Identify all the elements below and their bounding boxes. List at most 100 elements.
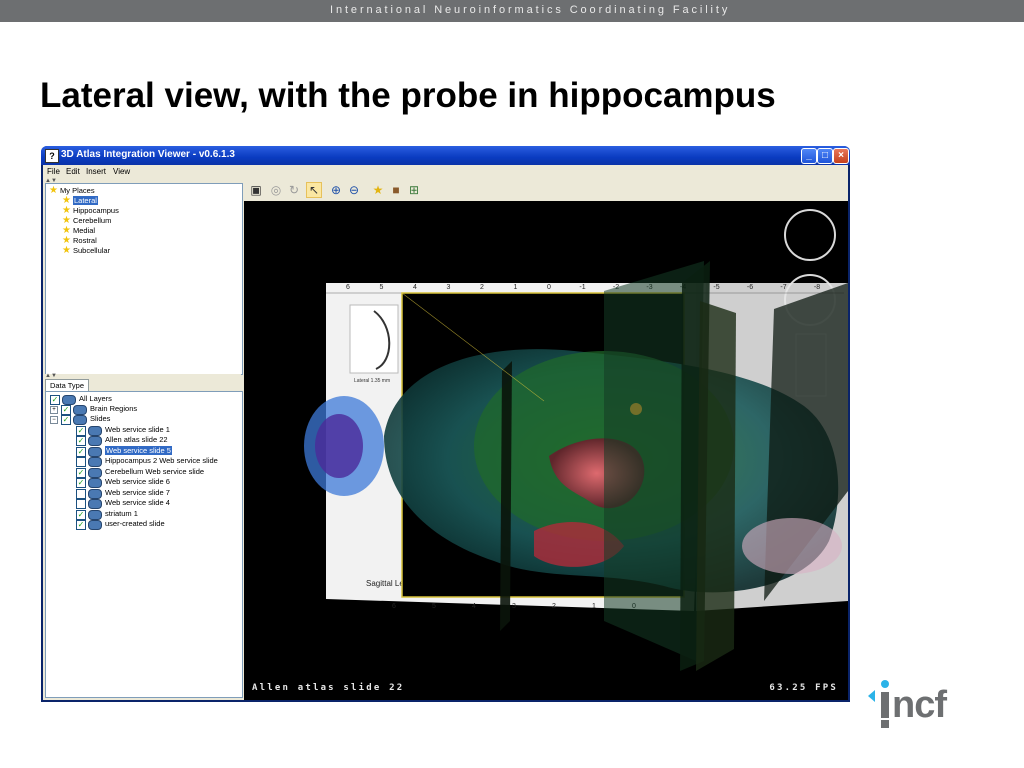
slide-layer-item[interactable]: ✓ Web service slide 1 [76,425,170,436]
star-icon: ★ [62,245,71,256]
layer-label: Web service slide 1 [105,425,170,434]
star-icon: ★ [62,215,71,226]
star-icon: ★ [62,225,71,236]
layer-label: Web service slide 5 [105,446,172,455]
slice-plane [500,361,512,631]
brain-icon [73,415,87,425]
logo-wordmark: ncf [892,684,947,726]
layer-label: Web service slide 6 [105,477,170,486]
rotate-icon[interactable]: ↻ [286,182,302,198]
places-panel: ★ My Places ★ Lateral ★ Hippocampus ★ Cerebe… [45,183,243,375]
ruler-tick-label: 6 [346,284,350,291]
slide-layer-item[interactable]: ✓ user-created slide [76,519,165,530]
brain-icon [88,457,102,467]
screenshot-icon[interactable]: ⊞ [406,182,422,198]
slide-layer-item[interactable]: ✓ Web service slide 6 [76,477,170,488]
ruler-bottom-tick-label: 5 [432,603,436,610]
layer-label: Hippocampus 2 Web service slide [105,456,218,465]
zoom-out-icon[interactable]: ⊖ [346,182,362,198]
window-title: 3D Atlas Integration Viewer - v0.6.1.3 [61,149,235,160]
tab-data-type[interactable]: Data Type [45,379,89,391]
slice-plane [696,301,736,671]
place-item-subcellular[interactable]: ★ Subcellular [62,246,110,256]
layout-icon[interactable]: ▣ [248,182,264,198]
maximize-button[interactable]: □ [817,148,833,164]
layer-label: All Layers [79,394,112,403]
layer-checkbox[interactable] [76,457,86,467]
expand-icon[interactable]: + [50,406,58,414]
slide-layer-item[interactable]: Web service slide 7 [76,488,170,499]
minimize-button[interactable]: _ [801,148,817,164]
layer-brain-regions[interactable]: + ✓ Brain Regions [50,404,138,415]
organization-name: International Neuroinformatics Coordinat… [330,4,731,16]
ruler-tick-label: 1 [514,284,518,291]
star-icon: ★ [62,195,71,206]
layer-checkbox[interactable] [76,499,86,509]
layer-checkbox[interactable]: ✓ [76,478,86,488]
place-item-label: Hippocampus [73,206,119,215]
place-item-label: Cerebellum [73,216,112,225]
fps-counter: 63.25 FPS [769,683,838,693]
menu-view[interactable]: View [113,167,130,176]
slide-layer-item[interactable]: ✓ Allen atlas slide 22 [76,435,168,446]
brain-icon [88,499,102,509]
window-titlebar[interactable]: ? 3D Atlas Integration Viewer - v0.6.1.3… [41,146,850,165]
ruler-bottom-tick-label: 2 [552,603,556,610]
menu-file[interactable]: File [47,167,60,176]
ruler-tick-label: 0 [547,284,551,291]
incf-logo: ncf [868,680,948,728]
slide-layer-item[interactable]: ✓ striatum 1 [76,509,138,520]
layer-label: Brain Regions [90,404,138,413]
app-window: ? 3D Atlas Integration Viewer - v0.6.1.3… [41,146,850,702]
ruler-tick-label: 5 [380,284,384,291]
layer-label: striatum 1 [105,509,138,518]
layers-tab-bar: Data Type [45,379,241,391]
viewer-toolbar: ▣ ◎ ↻ ↖ ⊕ ⊖ ★ ■ ⊞ [244,179,848,201]
menu-bar: File Edit Insert View [43,165,848,179]
ruler-bottom-tick-label: 1 [592,603,596,610]
layer-all-layers[interactable]: ✓ All Layers [50,394,112,405]
place-item-label: Subcellular [73,246,111,255]
3d-brain-scene: 6543210-1-2-3-4-5-6-7-8 6543210 Lateral … [304,209,848,671]
ruler-tick-label: -8 [814,284,820,291]
slide-title: Lateral view, with the probe in hippocam… [40,76,776,115]
ruler-tick-label: 4 [413,284,417,291]
add-place-icon[interactable]: ★ [370,182,386,198]
layer-checkbox[interactable]: ✓ [76,436,86,446]
layer-label: user-created slide [105,519,165,528]
3d-viewport[interactable]: 6543210-1-2-3-4-5-6-7-8 6543210 Lateral … [244,201,848,700]
layer-checkbox[interactable]: ✓ [61,415,71,425]
pointer-icon[interactable]: ↖ [306,182,322,198]
zoom-in-icon[interactable]: ⊕ [328,182,344,198]
places-root[interactable]: ★ My Places [49,186,95,196]
ruler-bottom-tick-label: 4 [472,603,476,610]
places-root-label: My Places [60,186,95,195]
organization-header-bar: International Neuroinformatics Coordinat… [0,0,1024,22]
layer-label: Slides [90,414,111,423]
layers-splitter-handle[interactable]: ▲▼ [45,373,241,379]
ruler-tick-label: -5 [713,284,719,291]
slide-layer-item[interactable]: ✓ Web service slide 5 [76,446,172,457]
star-icon: ★ [49,185,58,196]
slide-layer-item[interactable]: ✓ Cerebellum Web service slide [76,467,204,478]
menu-insert[interactable]: Insert [86,167,106,176]
slide-layer-item[interactable]: Hippocampus 2 Web service slide [76,456,218,467]
disc-icon[interactable]: ◎ [268,182,284,198]
ruler-tick-label: 2 [480,284,484,291]
close-button[interactable]: × [833,148,849,164]
layer-slides[interactable]: − ✓ Slides [50,414,111,425]
layer-label: Web service slide 4 [105,498,170,507]
layer-label: Allen atlas slide 22 [105,435,168,444]
active-slide-status: Allen atlas slide 22 [252,683,405,693]
ruler-tick-label: -6 [747,284,753,291]
layer-label: Web service slide 7 [105,488,170,497]
layer-checkbox[interactable]: ✓ [76,520,86,530]
menu-edit[interactable]: Edit [66,167,80,176]
package-icon[interactable]: ■ [388,182,404,198]
slice-caption: Lateral 1.35 mm [354,378,390,384]
slide-layer-item[interactable]: Web service slide 4 [76,498,170,509]
slice-thumbnail [349,304,399,374]
collapse-icon[interactable]: − [50,416,58,424]
place-item-label: Medial [73,226,96,235]
rotation-widget[interactable] [784,209,836,261]
